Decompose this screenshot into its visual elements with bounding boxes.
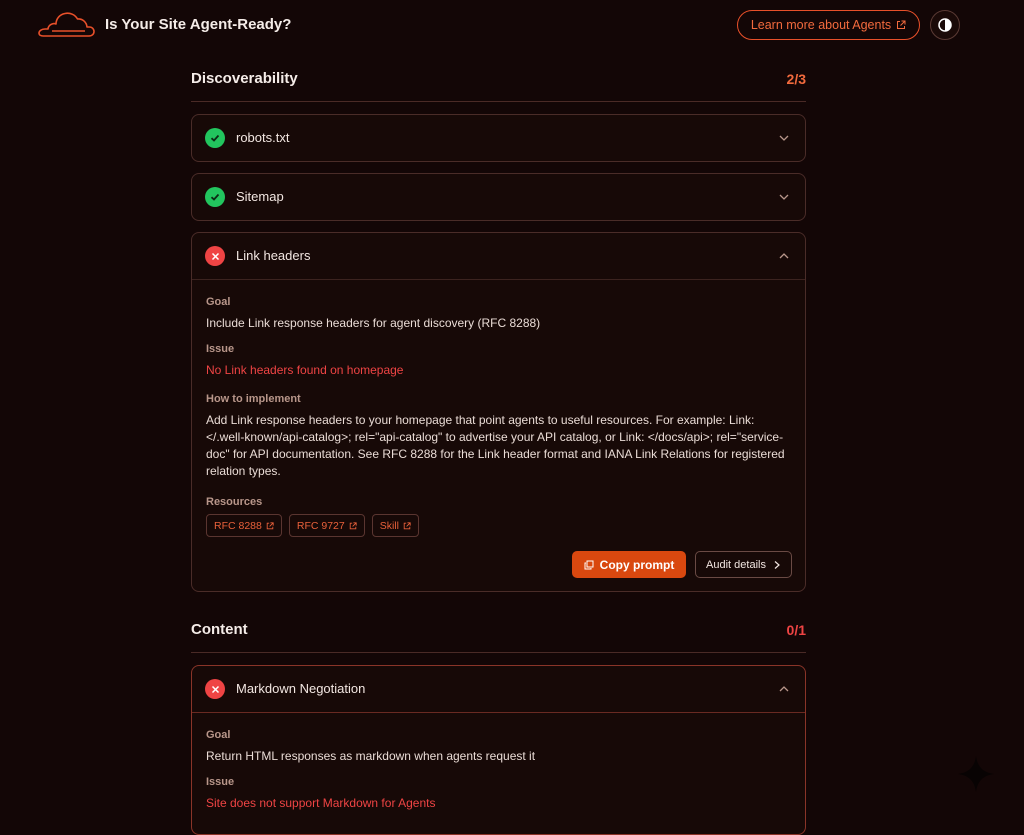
- sparkle-icon[interactable]: [956, 754, 996, 794]
- goal-text: Include Link response headers for agent …: [206, 316, 541, 330]
- contrast-icon: [938, 18, 952, 32]
- top-bar: Is Your Site Agent-Ready? Learn more abo…: [0, 0, 1024, 50]
- section-score: 0/1: [786, 622, 806, 638]
- theme-toggle-button[interactable]: [930, 10, 960, 40]
- resource-link-rfc-9727[interactable]: RFC 9727: [288, 514, 365, 537]
- goal-text: Return HTML responses as markdown when a…: [206, 749, 536, 763]
- resource-label: RFC 9727: [296, 519, 345, 532]
- check-title: Markdown Negotiation: [236, 681, 366, 696]
- check-title: robots.txt: [236, 130, 290, 145]
- chevron-down-icon[interactable]: [778, 132, 790, 144]
- chevron-up-icon[interactable]: [778, 683, 790, 695]
- external-link-icon: [266, 521, 274, 529]
- check-title: Sitemap: [236, 189, 284, 204]
- resource-link-skill[interactable]: Skill: [371, 514, 419, 537]
- check-card-sitemap[interactable]: Sitemap: [191, 173, 806, 221]
- section-title: Content: [191, 621, 248, 638]
- check-pass-icon: [205, 187, 225, 207]
- chevron-down-icon[interactable]: [778, 191, 790, 203]
- section-discoverability-header: Discoverability 2/3: [191, 62, 806, 102]
- audit-details-button[interactable]: Audit details: [695, 551, 792, 578]
- resources-list: RFC 8288 RFC 9727 Skill: [206, 514, 419, 537]
- check-card-link-headers: Link headers Goal Include Link response …: [191, 232, 806, 592]
- chevron-right-icon: [774, 560, 780, 569]
- resources-label: Resources: [206, 496, 263, 508]
- resource-label: RFC 8288: [214, 519, 262, 532]
- section-content-header: Content 0/1: [191, 613, 806, 653]
- resource-link-rfc-8288[interactable]: RFC 8288: [206, 514, 282, 537]
- check-details: Goal Include Link response headers for a…: [192, 279, 805, 592]
- how-to-implement-text: Add Link response headers to your homepa…: [206, 413, 785, 478]
- copy-prompt-label: Copy prompt: [599, 557, 675, 572]
- external-link-icon: [403, 521, 411, 529]
- check-fail-icon: [205, 679, 225, 699]
- check-fail-icon: [205, 246, 225, 266]
- check-title: Link headers: [236, 248, 311, 263]
- section-title: Discoverability: [191, 70, 298, 87]
- external-link-icon: [897, 20, 906, 29]
- external-link-icon: [349, 521, 357, 529]
- check-card-header[interactable]: Link headers: [192, 233, 805, 279]
- site-title: Is Your Site Agent-Ready?: [105, 16, 292, 33]
- check-card-robots[interactable]: robots.txt: [191, 114, 806, 162]
- check-details: Goal Return HTML responses as markdown w…: [192, 712, 805, 834]
- how-to-implement-label: How to implement: [206, 393, 301, 405]
- cloudflare-logo-icon[interactable]: [37, 12, 95, 38]
- learn-more-button[interactable]: Learn more about Agents: [737, 10, 920, 40]
- goal-label: Goal: [206, 296, 231, 308]
- issue-label: Issue: [206, 343, 235, 355]
- check-card-markdown-negotiation: Markdown Negotiation Goal Return HTML re…: [191, 665, 806, 835]
- check-card-header[interactable]: Sitemap: [192, 174, 805, 220]
- check-card-header[interactable]: Markdown Negotiation: [192, 666, 805, 712]
- resource-label: Skill: [379, 519, 399, 532]
- issue-text: Site does not support Markdown for Agent…: [206, 796, 436, 810]
- check-card-header[interactable]: robots.txt: [192, 115, 805, 161]
- goal-label: Goal: [206, 729, 231, 741]
- copy-icon: [584, 560, 594, 569]
- copy-prompt-button[interactable]: Copy prompt: [572, 551, 686, 578]
- audit-details-label: Audit details: [706, 558, 766, 571]
- chevron-up-icon[interactable]: [778, 250, 790, 262]
- check-pass-icon: [205, 128, 225, 148]
- issue-text: No Link headers found on homepage: [206, 363, 404, 377]
- section-score: 2/3: [786, 71, 806, 87]
- learn-more-label: Learn more about Agents: [750, 18, 892, 32]
- issue-label: Issue: [206, 776, 235, 788]
